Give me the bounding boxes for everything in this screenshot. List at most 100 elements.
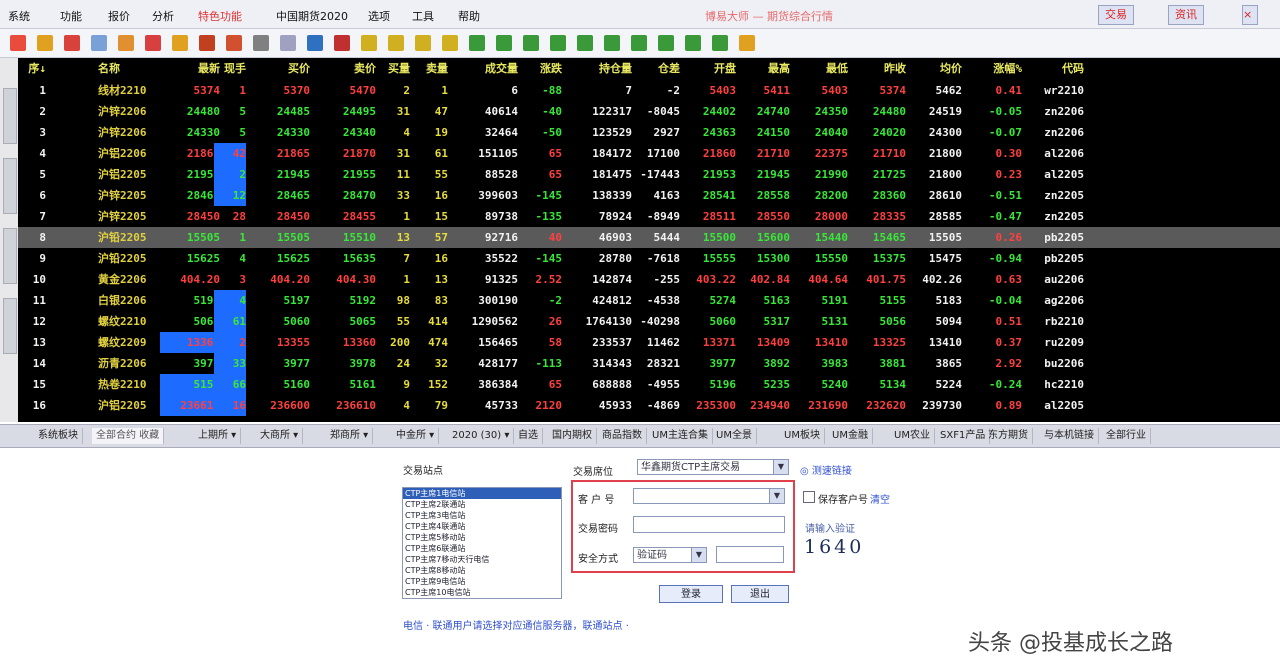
toolbar-icon-27[interactable] (712, 35, 728, 51)
table-row[interactable]: 2 沪锌2206 24480 5 24485 24495 31 47 40614 -40 12231… (18, 101, 1280, 122)
column-header[interactable]: 仓差 (634, 58, 680, 79)
site-list-item[interactable]: CTP主席7移动天行电信 (403, 554, 561, 565)
tab-2[interactable]: 全部合约 收藏 (92, 428, 165, 444)
table-row[interactable]: 16 沪铝2205 236610 16 236600 236610 4 79 45733 2120… (18, 395, 1280, 416)
toolbar-icon-16[interactable] (415, 35, 431, 51)
site-list-item[interactable]: CTP主席4联通站 (403, 521, 561, 532)
tab-8[interactable]: 自选 (514, 428, 543, 444)
menu-item-system[interactable]: 系统 (8, 8, 30, 24)
toolbar-icon-14[interactable] (361, 35, 377, 51)
site-list-item[interactable]: CTP主席3电信站 (403, 510, 561, 521)
toolbar-icon-28[interactable] (739, 35, 755, 51)
table-row[interactable]: 8 沪铅2205 15505 1 15505 15510 13 57 92716 40 46903 5… (18, 227, 1280, 248)
login-button[interactable]: 登录 (659, 585, 723, 603)
toolbar-icon-9[interactable] (226, 35, 242, 51)
tab-9[interactable]: 国内期权 (548, 428, 597, 444)
table-row[interactable]: 4 沪铝2206 21865 42 21865 21870 31 61 151105 65 1841… (18, 143, 1280, 164)
column-header[interactable]: 均价 (908, 58, 962, 79)
toolbar-icon-26[interactable] (685, 35, 701, 51)
table-row[interactable]: 11 白银2206 5197 4 5197 5192 98 83 300190 -2 424812-… (18, 290, 1280, 311)
toolbar-icon-5[interactable] (118, 35, 134, 51)
site-list-item[interactable]: CTP主席10电信站 (403, 587, 561, 598)
tab-5[interactable]: 郑商所 ▾ (326, 428, 374, 444)
table-row[interactable]: 9 沪铅2205 15625 4 15625 15635 7 16 35522 -145 28780… (18, 248, 1280, 269)
site-list-item[interactable]: CTP主席6联通站 (403, 543, 561, 554)
toolbar-icon-3[interactable] (64, 35, 80, 51)
tab-12[interactable]: UM全景 (712, 428, 757, 444)
column-header[interactable]: 成交量 (458, 58, 518, 79)
toolbar-icon-4[interactable] (91, 35, 107, 51)
tab-7[interactable]: 2020 (30) ▾ (448, 428, 515, 444)
column-header[interactable]: 序↓ (20, 58, 46, 79)
table-row[interactable]: 15 热卷2210 5159 66 5160 5161 9 152 386384 65 688888… (18, 374, 1280, 395)
column-header[interactable]: 最高 (738, 58, 790, 79)
column-header[interactable]: 涨幅% (968, 58, 1022, 79)
table-row[interactable]: 7 沪锌2205 28450 28 28450 28455 1 15 89738 -135 7892… (18, 206, 1280, 227)
site-list-item[interactable]: CTP主席8移动站 (403, 565, 561, 576)
toolbar-icon-10[interactable] (253, 35, 269, 51)
toolbar-icon-15[interactable] (388, 35, 404, 51)
tab-14[interactable]: UM金融 (828, 428, 873, 444)
toolbar-icon-23[interactable] (604, 35, 620, 51)
sidebar-tab-2[interactable] (3, 158, 17, 214)
toolbar-icon-25[interactable] (658, 35, 674, 51)
table-row[interactable]: 1 线材2210 5374 1 5370 5470 2 1 6 -88 7 -2 5403 5411 540… (18, 80, 1280, 101)
toolbar-icon-17[interactable] (442, 35, 458, 51)
toolbar-icon-1[interactable] (10, 35, 26, 51)
clear-account-link[interactable]: 清空 (870, 491, 890, 506)
tab-19[interactable]: 全部行业 (1102, 428, 1151, 444)
menu-item-futures2020[interactable]: 中国期货2020 (276, 8, 348, 24)
toolbar-icon-12[interactable] (307, 35, 323, 51)
table-row[interactable]: 5 沪铝2205 21950 2 21945 21955 11 55 88528 65 181475… (18, 164, 1280, 185)
save-account-checkbox[interactable] (803, 491, 815, 503)
company-select[interactable]: 华鑫期货CTP主席交易 ▼ (637, 459, 789, 475)
menu-item-quote[interactable]: 报价 (108, 8, 130, 24)
sidebar-tab-4[interactable] (3, 298, 17, 354)
column-header[interactable]: 现手 (214, 58, 246, 79)
menu-item-special[interactable]: 特色功能 (198, 8, 242, 24)
tab-1[interactable]: 系统板块 (34, 428, 83, 444)
toolbar-icon-20[interactable] (523, 35, 539, 51)
column-header[interactable]: 昨收 (850, 58, 906, 79)
toolbar-icon-8[interactable] (199, 35, 215, 51)
toolbar-icon-18[interactable] (469, 35, 485, 51)
captcha-image[interactable]: 1640 (804, 536, 864, 558)
site-list-item[interactable]: CTP主席2联通站 (403, 499, 561, 510)
captcha-input[interactable] (716, 546, 784, 563)
test-speed-link[interactable]: ◎ 测速链接 (800, 462, 852, 477)
table-row[interactable]: 10 黄金2206 404.20 3 404.20 404.30 1 13 91325 2.52 1… (18, 269, 1280, 290)
sidebar-tab-1[interactable] (3, 88, 17, 144)
column-header[interactable]: 名称 (98, 58, 156, 79)
toolbar-icon-24[interactable] (631, 35, 647, 51)
column-header[interactable]: 买价 (250, 58, 310, 79)
menu-item-help[interactable]: 帮助 (458, 8, 480, 24)
menu-item-tools[interactable]: 工具 (412, 8, 434, 24)
news-button[interactable]: 资讯 (1168, 5, 1204, 25)
tab-6[interactable]: 中金所 ▾ (392, 428, 440, 444)
table-row[interactable]: 14 沥青2206 3978 33 3977 3978 24 32 428177 -113 3143… (18, 353, 1280, 374)
tab-17[interactable]: 东方期货 (984, 428, 1033, 444)
table-row[interactable]: 12 螺纹2210 5064 61 5060 5065 55 414 1290562 26 1764… (18, 311, 1280, 332)
site-list-item[interactable]: CTP主席5移动站 (403, 532, 561, 543)
column-header[interactable]: 持仓量 (572, 58, 632, 79)
site-list-item[interactable]: CTP主席9电信站 (403, 576, 561, 587)
toolbar-icon-7[interactable] (172, 35, 188, 51)
column-header[interactable]: 涨跌 (526, 58, 562, 79)
server-info-link[interactable]: 电信 · 联通用户请选择对应通信服务器，联通站点 · (403, 617, 629, 632)
column-header[interactable]: 买量 (374, 58, 410, 79)
tab-16[interactable]: SXF1产品 (936, 428, 991, 444)
toolbar-icon-13[interactable] (334, 35, 350, 51)
column-header[interactable]: 最低 (794, 58, 848, 79)
column-header[interactable]: 代码 (1028, 58, 1084, 79)
site-list[interactable]: CTP主席1电信站 CTP主席2联通站 CTP主席3电信站 CTP主席4联通站 CTP主… (402, 487, 562, 599)
table-row[interactable]: 13 螺纹2209 13368 2 13355 13360 200 474 156465 58 23… (18, 332, 1280, 353)
account-input[interactable]: ▼ (633, 488, 785, 504)
password-input[interactable] (633, 516, 785, 533)
toolbar-icon-19[interactable] (496, 35, 512, 51)
toolbar-icon-6[interactable] (145, 35, 161, 51)
toolbar-icon-11[interactable] (280, 35, 296, 51)
menu-item-function[interactable]: 功能 (60, 8, 82, 24)
tab-11[interactable]: UM主连合集 (648, 428, 713, 444)
menu-item-analysis[interactable]: 分析 (152, 8, 174, 24)
column-header[interactable]: 卖量 (408, 58, 448, 79)
